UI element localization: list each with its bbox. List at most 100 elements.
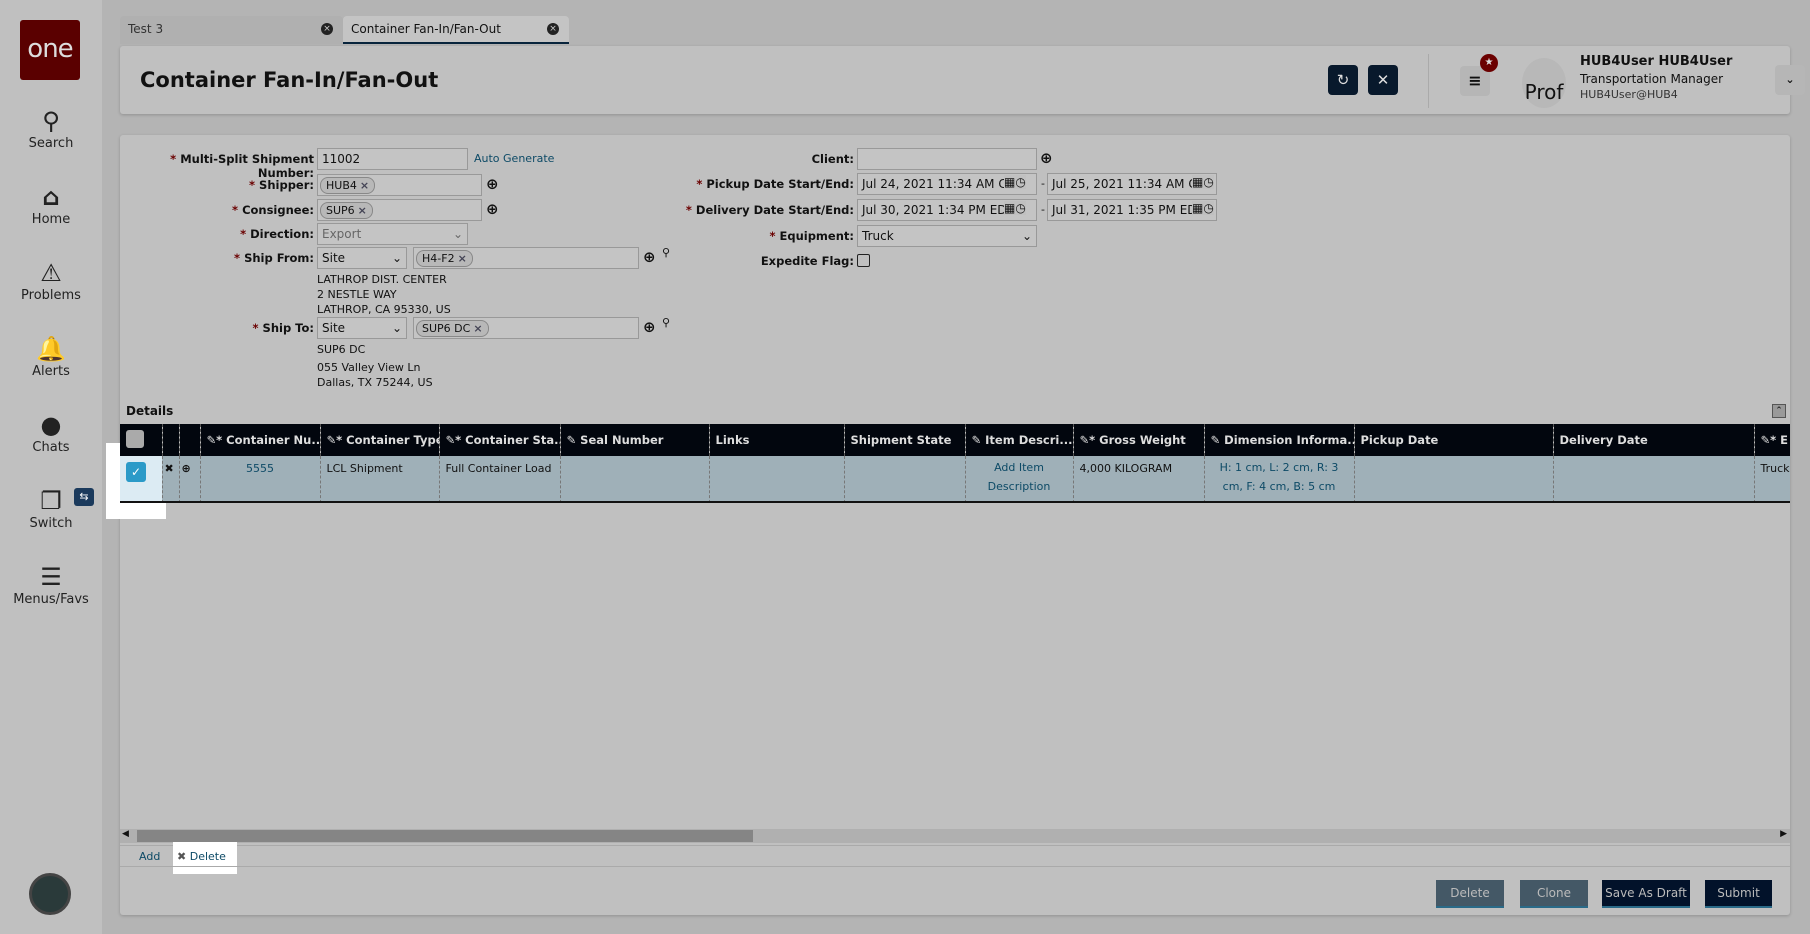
ship-from-chip: H4-F2 × bbox=[416, 250, 473, 267]
ship-from-input[interactable]: H4-F2 × bbox=[413, 247, 639, 269]
app-logo[interactable]: one bbox=[20, 20, 80, 80]
remove-icon[interactable]: × bbox=[358, 204, 367, 217]
date-value: Jul 30, 2021 1:34 PM EDT bbox=[862, 203, 1014, 217]
submit-button[interactable]: Submit bbox=[1705, 880, 1772, 908]
add-row-link[interactable]: Add bbox=[139, 850, 160, 863]
shipper-input[interactable]: HUB4 × bbox=[317, 174, 482, 196]
chip-text: H4-F2 bbox=[422, 252, 455, 265]
col-shipment-state[interactable]: Shipment State bbox=[843, 424, 965, 456]
address-line: LATHROP DIST. CENTER bbox=[317, 273, 447, 286]
direction-select[interactable]: Export ⌄ bbox=[317, 223, 468, 245]
col-equipment[interactable]: ✎* E bbox=[1753, 424, 1790, 456]
shipment-number-input[interactable]: 11002 bbox=[317, 148, 468, 170]
address-line: 055 Valley View Ln bbox=[317, 361, 421, 374]
expedite-checkbox[interactable] bbox=[857, 254, 870, 267]
direction-value: Export bbox=[322, 227, 362, 241]
horizontal-scrollbar[interactable]: ◀ ▶ bbox=[120, 829, 1790, 843]
label-text: Ship To: bbox=[262, 321, 314, 335]
lookup-icon[interactable]: ⊕ bbox=[1040, 149, 1053, 167]
ship-from-address: LATHROP DIST. CENTER 2 NESTLE WAY LATHROP,… bbox=[317, 272, 451, 317]
lookup-icon[interactable]: ⊕ bbox=[486, 175, 499, 193]
col-dimension[interactable]: ✎ Dimension Informa... bbox=[1203, 424, 1354, 456]
profile-image[interactable]: Prof bbox=[1522, 58, 1566, 108]
col-delivery-date[interactable]: Delivery Date bbox=[1552, 424, 1754, 456]
tab-container-fan[interactable]: Container Fan-In/Fan-Out × bbox=[343, 16, 569, 44]
ship-to-input[interactable]: SUP6 DC × bbox=[413, 317, 639, 339]
auto-generate-link[interactable]: Auto Generate bbox=[474, 152, 554, 165]
calendar-clock-icons[interactable]: ▦◷ bbox=[1004, 175, 1026, 189]
ship-to-type-select[interactable]: Site ⌄ bbox=[317, 317, 407, 339]
consignee-input[interactable]: SUP6 × bbox=[317, 199, 482, 221]
col-seal-number[interactable]: ✎ Seal Number bbox=[559, 424, 709, 456]
col-item-description[interactable]: ✎ Item Descri... bbox=[964, 424, 1073, 456]
col-container-type[interactable]: ✎* Container Type bbox=[319, 424, 439, 456]
lookup-icon[interactable]: ⊕ bbox=[486, 200, 499, 218]
address-line: LATHROP, CA 95330, US bbox=[317, 303, 451, 316]
sidebar-item-menus[interactable]: ☰ Menus/Favs bbox=[0, 562, 102, 607]
edit-icon: ✎* bbox=[1760, 433, 1777, 447]
user-avatar[interactable] bbox=[29, 873, 71, 915]
label-text: Delivery Date Start/End: bbox=[695, 203, 854, 217]
label: Alerts bbox=[32, 364, 70, 379]
user-menu-chevron-icon[interactable]: ⌄ bbox=[1775, 65, 1805, 95]
chevron-down-icon: ⌄ bbox=[452, 227, 463, 241]
clone-button[interactable]: Clone bbox=[1520, 880, 1588, 908]
add-item-description-link[interactable]: Add Item Description bbox=[964, 456, 1073, 501]
chevron-down-icon: ⌄ bbox=[391, 251, 402, 265]
lookup-icon[interactable]: ⊕ bbox=[643, 318, 656, 336]
sidebar-item-chats[interactable]: ● Chats bbox=[0, 410, 102, 455]
close-tab-icon[interactable]: × bbox=[321, 23, 333, 35]
consignee-label: * Consignee: bbox=[232, 203, 314, 217]
refresh-button[interactable]: ↻ bbox=[1328, 65, 1358, 95]
calendar-clock-icons[interactable]: ▦◷ bbox=[1192, 175, 1214, 189]
type-value: Site bbox=[322, 321, 346, 335]
remove-icon[interactable]: × bbox=[360, 179, 369, 192]
label-text: Consignee: bbox=[242, 203, 314, 217]
scroll-right-icon[interactable]: ▶ bbox=[1780, 829, 1787, 839]
delete-button[interactable]: Delete bbox=[1436, 880, 1504, 908]
equipment-select[interactable]: Truck ⌄ bbox=[857, 225, 1037, 247]
calendar-clock-icons[interactable]: ▦◷ bbox=[1004, 201, 1026, 215]
edit-icon: ✎ bbox=[566, 433, 577, 447]
save-draft-button[interactable]: Save As Draft bbox=[1602, 880, 1690, 908]
calendar-clock-icons[interactable]: ▦◷ bbox=[1192, 201, 1214, 215]
sidebar-item-problems[interactable]: ⚠ Problems bbox=[0, 258, 102, 303]
edit-icon: ✎ bbox=[1210, 433, 1221, 447]
delivery-date-cell bbox=[1552, 456, 1754, 501]
close-tab-icon[interactable]: × bbox=[547, 23, 559, 35]
col-label: Container Type bbox=[346, 433, 439, 447]
label-text: Ship From: bbox=[244, 251, 314, 265]
search-icon[interactable]: ⚲ bbox=[662, 316, 670, 329]
remove-icon[interactable]: × bbox=[458, 252, 467, 265]
tab-label: Container Fan-In/Fan-Out bbox=[351, 22, 501, 36]
col-links[interactable]: Links bbox=[708, 424, 844, 456]
table-row[interactable]: ✓ ✖ ⊕ 5555 LCL Shipment Full Container L… bbox=[120, 456, 1790, 501]
sidebar-item-alerts[interactable]: 🔔 Alerts bbox=[0, 334, 102, 379]
delete-row-link[interactable]: ✖ Delete bbox=[173, 842, 237, 874]
col-pickup-date[interactable]: Pickup Date bbox=[1353, 424, 1553, 456]
ship-from-type-select[interactable]: Site ⌄ bbox=[317, 247, 407, 269]
collapse-icon[interactable]: ⌃ bbox=[1772, 404, 1786, 418]
dimension-link[interactable]: H: 1 cm, L: 2 cm, R: 3 cm, F: 4 cm, B: 5… bbox=[1203, 456, 1354, 501]
client-label: Client: bbox=[811, 152, 854, 166]
remove-icon[interactable]: × bbox=[473, 322, 482, 335]
expand-row-icon[interactable]: ⊕ bbox=[178, 456, 200, 501]
sidebar-item-search[interactable]: ⚲ Search bbox=[0, 106, 102, 151]
col-container-status[interactable]: ✎* Container Sta... bbox=[438, 424, 560, 456]
col-label: Dimension Informa... bbox=[1224, 433, 1354, 447]
scroll-left-icon[interactable]: ◀ bbox=[122, 829, 129, 839]
close-button[interactable]: ✕ bbox=[1368, 65, 1398, 95]
container-number-link[interactable]: 5555 bbox=[199, 456, 320, 501]
container-status-cell: Full Container Load bbox=[438, 456, 560, 501]
home-icon: ⌂ bbox=[42, 183, 60, 211]
client-input[interactable] bbox=[857, 148, 1037, 170]
scrollbar-thumb[interactable] bbox=[137, 830, 753, 842]
delete-label: Delete bbox=[189, 850, 226, 863]
highlight-area bbox=[106, 443, 120, 503]
col-gross-weight[interactable]: ✎* Gross Weight bbox=[1072, 424, 1204, 456]
tab-test-3[interactable]: Test 3 × bbox=[120, 16, 343, 44]
col-label: Item Descri... bbox=[985, 433, 1073, 447]
sidebar-item-home[interactable]: ⌂ Home bbox=[0, 182, 102, 227]
col-container-number[interactable]: ✎* Container Nu... bbox=[199, 424, 320, 456]
header-blank bbox=[178, 424, 200, 456]
